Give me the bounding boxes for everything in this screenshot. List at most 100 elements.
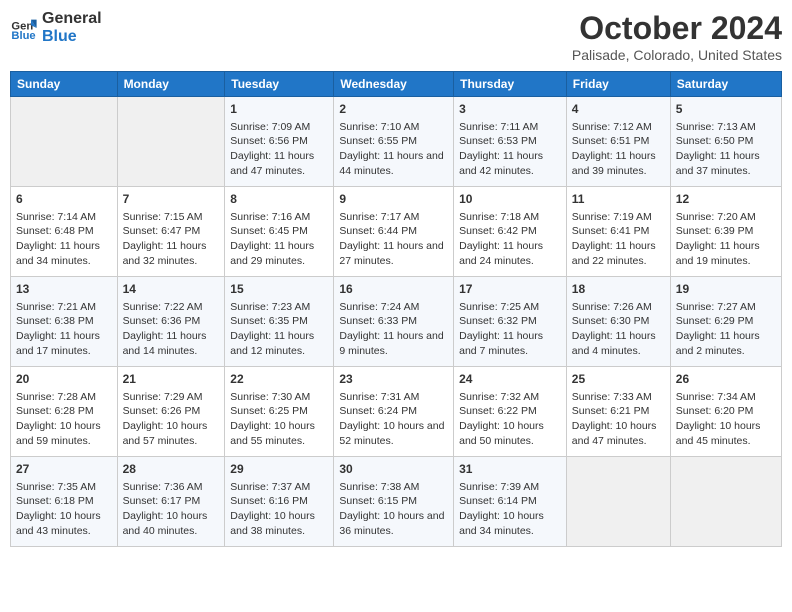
calendar-header-row: SundayMondayTuesdayWednesdayThursdayFrid… [11,72,782,97]
sunset-text: Sunset: 6:47 PM [123,224,220,239]
daylight-text: Daylight: 10 hours and 59 minutes. [16,419,112,448]
svg-text:Blue: Blue [11,30,35,42]
sunrise-text: Sunrise: 7:15 AM [123,210,220,225]
sunrise-text: Sunrise: 7:17 AM [339,210,448,225]
day-header-thursday: Thursday [454,72,567,97]
calendar-cell: 14Sunrise: 7:22 AMSunset: 6:36 PMDayligh… [117,277,225,367]
calendar-cell: 8Sunrise: 7:16 AMSunset: 6:45 PMDaylight… [225,187,334,277]
sunrise-text: Sunrise: 7:23 AM [230,300,328,315]
day-number: 28 [123,461,220,478]
day-number: 17 [459,281,561,298]
day-number: 6 [16,191,112,208]
calendar-cell: 15Sunrise: 7:23 AMSunset: 6:35 PMDayligh… [225,277,334,367]
logo-line2: Blue [42,28,102,46]
calendar-cell: 10Sunrise: 7:18 AMSunset: 6:42 PMDayligh… [454,187,567,277]
sunset-text: Sunset: 6:22 PM [459,404,561,419]
daylight-text: Daylight: 11 hours and 9 minutes. [339,329,448,358]
calendar-cell: 24Sunrise: 7:32 AMSunset: 6:22 PMDayligh… [454,367,567,457]
daylight-text: Daylight: 11 hours and 44 minutes. [339,149,448,178]
calendar-cell: 30Sunrise: 7:38 AMSunset: 6:15 PMDayligh… [334,457,454,547]
daylight-text: Daylight: 11 hours and 37 minutes. [676,149,776,178]
sunrise-text: Sunrise: 7:16 AM [230,210,328,225]
daylight-text: Daylight: 11 hours and 29 minutes. [230,239,328,268]
day-number: 21 [123,371,220,388]
day-number: 15 [230,281,328,298]
daylight-text: Daylight: 11 hours and 12 minutes. [230,329,328,358]
sunset-text: Sunset: 6:15 PM [339,494,448,509]
day-number: 25 [572,371,665,388]
title-block: October 2024 Palisade, Colorado, United … [572,10,782,63]
daylight-text: Daylight: 11 hours and 4 minutes. [572,329,665,358]
calendar-cell: 31Sunrise: 7:39 AMSunset: 6:14 PMDayligh… [454,457,567,547]
day-header-sunday: Sunday [11,72,118,97]
calendar-cell: 17Sunrise: 7:25 AMSunset: 6:32 PMDayligh… [454,277,567,367]
sunrise-text: Sunrise: 7:36 AM [123,480,220,495]
calendar-table: SundayMondayTuesdayWednesdayThursdayFrid… [10,71,782,547]
calendar-cell: 2Sunrise: 7:10 AMSunset: 6:55 PMDaylight… [334,97,454,187]
day-number: 7 [123,191,220,208]
sunset-text: Sunset: 6:48 PM [16,224,112,239]
sunrise-text: Sunrise: 7:29 AM [123,390,220,405]
sunrise-text: Sunrise: 7:12 AM [572,120,665,135]
sunrise-text: Sunrise: 7:38 AM [339,480,448,495]
sunset-text: Sunset: 6:14 PM [459,494,561,509]
sunrise-text: Sunrise: 7:11 AM [459,120,561,135]
day-number: 13 [16,281,112,298]
sunrise-text: Sunrise: 7:34 AM [676,390,776,405]
calendar-cell: 11Sunrise: 7:19 AMSunset: 6:41 PMDayligh… [566,187,670,277]
daylight-text: Daylight: 11 hours and 32 minutes. [123,239,220,268]
calendar-cell: 16Sunrise: 7:24 AMSunset: 6:33 PMDayligh… [334,277,454,367]
daylight-text: Daylight: 11 hours and 34 minutes. [16,239,112,268]
day-number: 27 [16,461,112,478]
daylight-text: Daylight: 10 hours and 50 minutes. [459,419,561,448]
sunset-text: Sunset: 6:32 PM [459,314,561,329]
sunset-text: Sunset: 6:26 PM [123,404,220,419]
calendar-cell: 5Sunrise: 7:13 AMSunset: 6:50 PMDaylight… [670,97,781,187]
calendar-cell: 3Sunrise: 7:11 AMSunset: 6:53 PMDaylight… [454,97,567,187]
day-number: 2 [339,101,448,118]
sunrise-text: Sunrise: 7:33 AM [572,390,665,405]
sunrise-text: Sunrise: 7:30 AM [230,390,328,405]
day-number: 3 [459,101,561,118]
sunset-text: Sunset: 6:42 PM [459,224,561,239]
calendar-cell: 9Sunrise: 7:17 AMSunset: 6:44 PMDaylight… [334,187,454,277]
sunrise-text: Sunrise: 7:20 AM [676,210,776,225]
calendar-cell [11,97,118,187]
calendar-week-1: 1Sunrise: 7:09 AMSunset: 6:56 PMDaylight… [11,97,782,187]
location-subtitle: Palisade, Colorado, United States [572,47,782,63]
day-number: 4 [572,101,665,118]
calendar-cell: 22Sunrise: 7:30 AMSunset: 6:25 PMDayligh… [225,367,334,457]
daylight-text: Daylight: 11 hours and 39 minutes. [572,149,665,178]
calendar-cell: 26Sunrise: 7:34 AMSunset: 6:20 PMDayligh… [670,367,781,457]
daylight-text: Daylight: 11 hours and 47 minutes. [230,149,328,178]
sunrise-text: Sunrise: 7:39 AM [459,480,561,495]
daylight-text: Daylight: 10 hours and 47 minutes. [572,419,665,448]
day-number: 10 [459,191,561,208]
day-number: 12 [676,191,776,208]
day-number: 9 [339,191,448,208]
daylight-text: Daylight: 10 hours and 45 minutes. [676,419,776,448]
daylight-text: Daylight: 11 hours and 7 minutes. [459,329,561,358]
sunset-text: Sunset: 6:29 PM [676,314,776,329]
month-title: October 2024 [572,10,782,47]
calendar-cell [670,457,781,547]
calendar-cell: 20Sunrise: 7:28 AMSunset: 6:28 PMDayligh… [11,367,118,457]
sunset-text: Sunset: 6:55 PM [339,134,448,149]
sunset-text: Sunset: 6:51 PM [572,134,665,149]
day-number: 23 [339,371,448,388]
calendar-cell: 25Sunrise: 7:33 AMSunset: 6:21 PMDayligh… [566,367,670,457]
daylight-text: Daylight: 11 hours and 24 minutes. [459,239,561,268]
calendar-cell: 19Sunrise: 7:27 AMSunset: 6:29 PMDayligh… [670,277,781,367]
daylight-text: Daylight: 10 hours and 38 minutes. [230,509,328,538]
day-number: 8 [230,191,328,208]
sunset-text: Sunset: 6:20 PM [676,404,776,419]
day-number: 5 [676,101,776,118]
logo-icon: Gen Blue [10,14,38,42]
calendar-week-3: 13Sunrise: 7:21 AMSunset: 6:38 PMDayligh… [11,277,782,367]
daylight-text: Daylight: 10 hours and 34 minutes. [459,509,561,538]
daylight-text: Daylight: 11 hours and 2 minutes. [676,329,776,358]
sunset-text: Sunset: 6:30 PM [572,314,665,329]
calendar-cell: 13Sunrise: 7:21 AMSunset: 6:38 PMDayligh… [11,277,118,367]
sunrise-text: Sunrise: 7:13 AM [676,120,776,135]
sunrise-text: Sunrise: 7:24 AM [339,300,448,315]
